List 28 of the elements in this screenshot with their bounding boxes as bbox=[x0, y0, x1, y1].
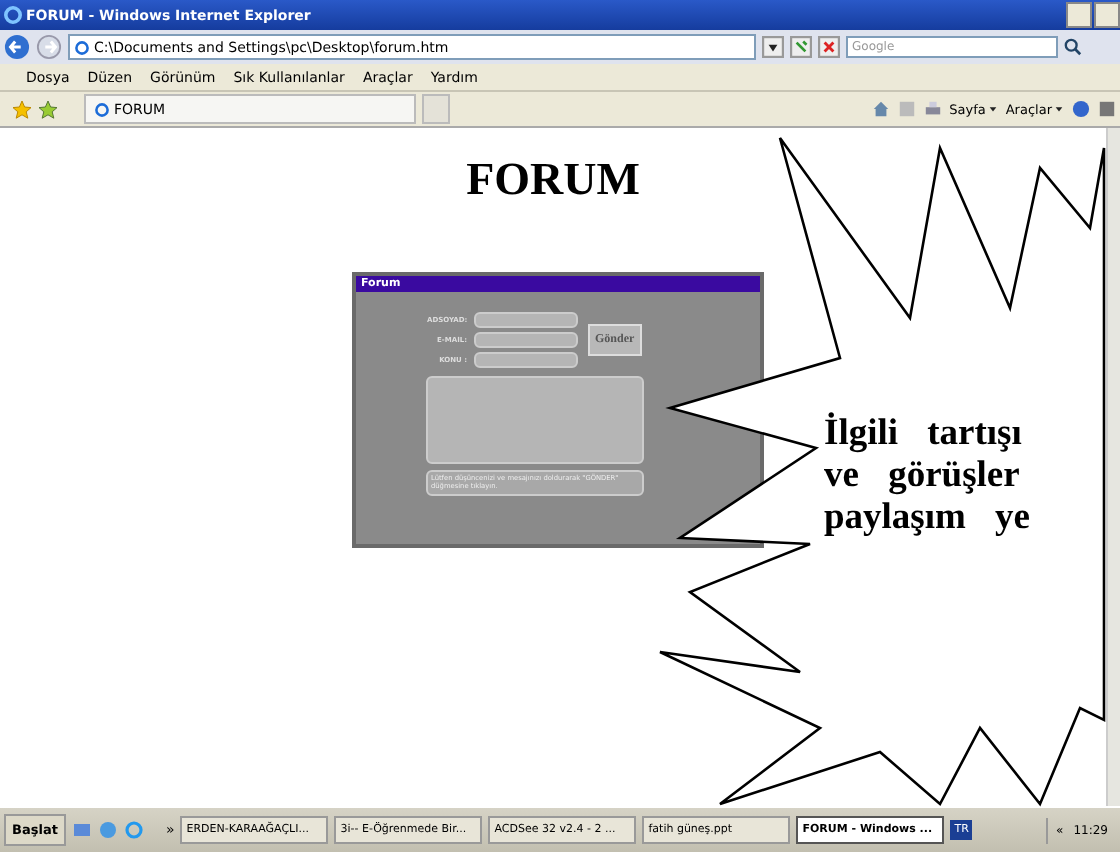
dropdown-button[interactable] bbox=[762, 36, 784, 58]
print-icon[interactable] bbox=[923, 100, 942, 118]
callout-text: ve görüşler bbox=[824, 456, 1022, 498]
stop-button[interactable] bbox=[818, 36, 840, 58]
home-icon[interactable] bbox=[871, 100, 890, 118]
maximize-button[interactable] bbox=[1094, 2, 1120, 28]
input-field[interactable] bbox=[473, 332, 577, 348]
minimize-button[interactable] bbox=[1066, 2, 1092, 28]
search-icon[interactable] bbox=[1064, 38, 1082, 56]
browser-icon[interactable] bbox=[123, 820, 144, 840]
browser-icon bbox=[4, 6, 22, 24]
scroll-bar[interactable] bbox=[1106, 128, 1120, 806]
callout-text: paylaşım ye bbox=[824, 498, 1033, 540]
back-button[interactable] bbox=[4, 34, 30, 60]
page-heading: FORUM bbox=[466, 154, 640, 206]
callout-text: İlgili tartışı bbox=[824, 414, 1024, 456]
desktop-icon[interactable] bbox=[71, 820, 92, 840]
message-field[interactable] bbox=[425, 376, 643, 464]
page-icon bbox=[94, 101, 110, 117]
input-field[interactable] bbox=[473, 352, 577, 368]
caret-icon bbox=[987, 103, 998, 113]
new-tab-button[interactable] bbox=[422, 94, 450, 124]
star-icon[interactable] bbox=[12, 99, 32, 119]
page-icon bbox=[74, 39, 90, 55]
input-field[interactable] bbox=[473, 312, 577, 328]
forward-button[interactable] bbox=[36, 34, 62, 60]
caret-icon bbox=[1054, 103, 1064, 113]
add-favorite-icon[interactable] bbox=[38, 99, 58, 119]
